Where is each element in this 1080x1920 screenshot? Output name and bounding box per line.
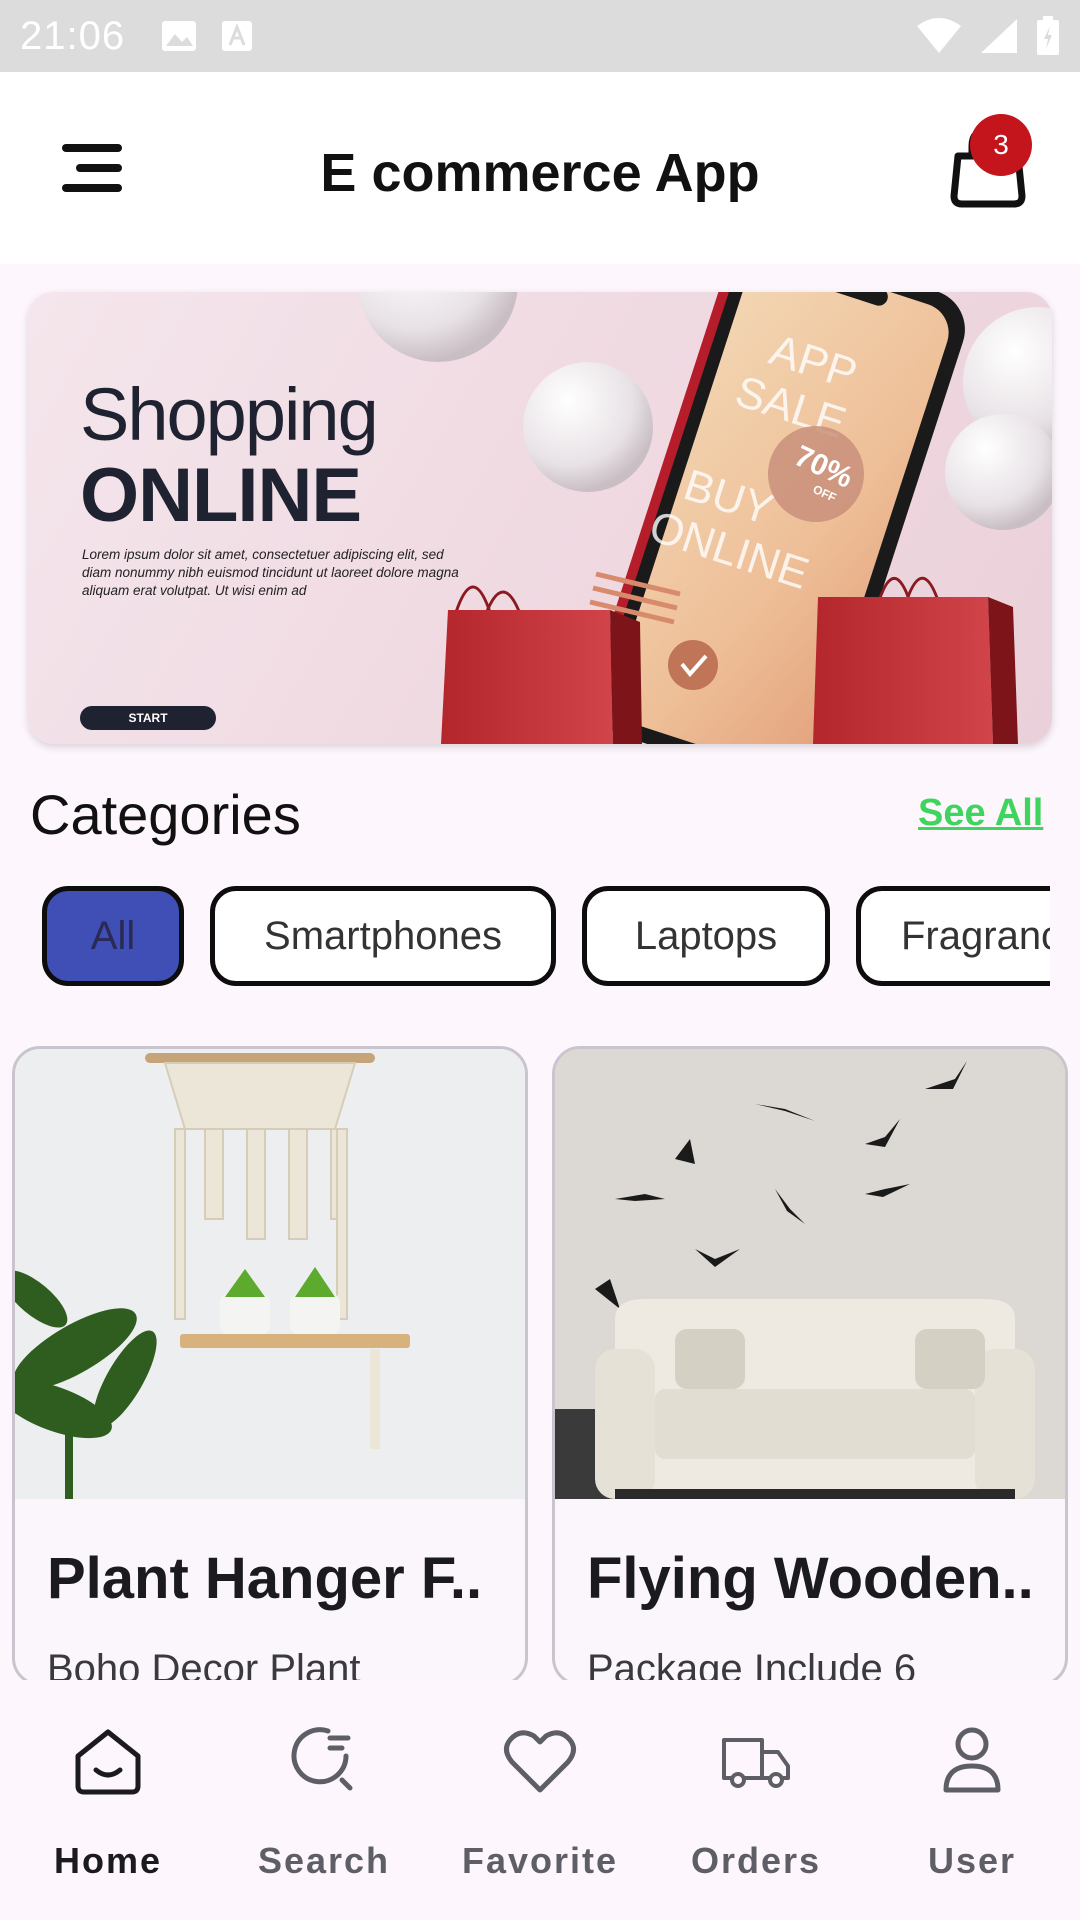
category-chips: All Smartphones Laptops Fragrances xyxy=(30,882,1050,990)
text-notification-icon xyxy=(222,21,253,51)
product-title: Flying Wooden.. xyxy=(587,1546,1034,1611)
status-time: 21:06 xyxy=(20,13,126,58)
home-icon xyxy=(75,1729,141,1795)
product-card[interactable]: Flying Wooden.. Package Include 6 xyxy=(552,1046,1068,1686)
bottom-navigation: Home Search Favorite Orders User xyxy=(0,1680,1080,1920)
nav-label: User xyxy=(927,1840,1017,1881)
nav-label: Orders xyxy=(690,1840,822,1881)
chip-fragrances[interactable]: Fragrances xyxy=(856,886,1050,986)
nav-user[interactable]: User xyxy=(864,1680,1080,1920)
wifi-icon xyxy=(917,18,961,53)
search-icon xyxy=(291,1727,353,1791)
nav-home[interactable]: Home xyxy=(0,1680,216,1920)
nav-orders[interactable]: Orders xyxy=(648,1680,864,1920)
chip-smartphones[interactable]: Smartphones xyxy=(210,886,556,986)
heart-icon xyxy=(504,1730,576,1793)
banner-start-button[interactable]: START xyxy=(80,706,216,730)
product-image xyxy=(15,1049,525,1499)
signal-icon xyxy=(981,19,1017,53)
chip-all[interactable]: All xyxy=(42,886,184,986)
image-notification-icon xyxy=(162,21,197,51)
product-title: Plant Hanger F.. xyxy=(47,1546,483,1611)
app-bar: E commerce App 3 xyxy=(0,72,1080,264)
battery-icon xyxy=(1037,16,1059,55)
promo-banner[interactable]: APP SALE BUY ONLINE 70% OFF Shopping ONL… xyxy=(28,292,1052,744)
banner-body-text: Lorem ipsum dolor sit amet, consectetuer… xyxy=(82,547,459,598)
cart-count-badge: 3 xyxy=(970,114,1032,176)
page-title: E commerce App xyxy=(320,143,760,203)
truck-icon xyxy=(722,1738,790,1788)
chip-laptops[interactable]: Laptops xyxy=(582,886,830,986)
nav-label: Home xyxy=(53,1840,163,1881)
nav-label: Favorite xyxy=(461,1840,619,1881)
see-all-link[interactable]: See All xyxy=(918,792,1043,835)
banner-heading-light: Shopping xyxy=(80,373,379,456)
nav-favorite[interactable]: Favorite xyxy=(432,1680,648,1920)
status-bar: 21:06 xyxy=(0,0,1080,72)
product-image xyxy=(555,1049,1065,1499)
user-icon xyxy=(943,1727,1001,1793)
banner-heading-bold: ONLINE xyxy=(80,453,362,538)
product-card[interactable]: Plant Hanger F.. Boho Decor Plant xyxy=(12,1046,528,1686)
categories-title: Categories xyxy=(30,783,301,846)
nav-label: Search xyxy=(257,1840,391,1881)
nav-search[interactable]: Search xyxy=(216,1680,432,1920)
